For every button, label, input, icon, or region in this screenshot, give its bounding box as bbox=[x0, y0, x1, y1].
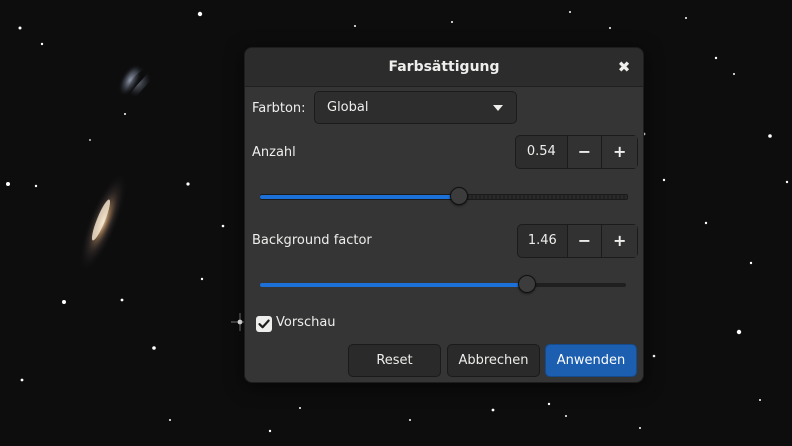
dialog-title: Farbsättigung bbox=[388, 59, 500, 75]
reset-button[interactable]: Reset bbox=[348, 344, 441, 377]
background-factor-value[interactable]: 1.46 bbox=[518, 225, 568, 257]
background-factor-increase-button[interactable]: + bbox=[602, 225, 637, 257]
dialog-titlebar[interactable]: Farbsättigung ✖ bbox=[245, 48, 643, 87]
background-factor-slider-fill bbox=[260, 283, 527, 287]
amount-slider-handle[interactable] bbox=[450, 187, 468, 205]
background-factor-slider[interactable] bbox=[260, 274, 626, 296]
hue-dropdown-value: Global bbox=[327, 100, 369, 115]
amount-decrease-button[interactable]: − bbox=[567, 136, 603, 168]
amount-slider-fill bbox=[260, 195, 459, 199]
amount-slider[interactable] bbox=[260, 186, 628, 208]
amount-value[interactable]: 0.54 bbox=[516, 136, 568, 168]
amount-label: Anzahl bbox=[252, 145, 296, 160]
background-factor-slider-handle[interactable] bbox=[518, 275, 536, 293]
amount-spinbutton[interactable]: 0.54 − + bbox=[515, 135, 638, 169]
preview-checkbox[interactable] bbox=[256, 316, 272, 332]
background-factor-spinbutton[interactable]: 1.46 − + bbox=[517, 224, 638, 258]
close-icon[interactable]: ✖ bbox=[611, 54, 637, 80]
checkmark-icon bbox=[258, 319, 270, 329]
background-factor-decrease-button[interactable]: − bbox=[567, 225, 603, 257]
apply-button[interactable]: Anwenden bbox=[545, 344, 637, 377]
hue-label: Farbton: bbox=[252, 101, 306, 116]
background-factor-label: Background factor bbox=[252, 233, 372, 248]
cancel-button[interactable]: Abbrechen bbox=[447, 344, 540, 377]
saturation-dialog: Farbsättigung ✖ Farbton: Global Anzahl 0… bbox=[244, 47, 644, 383]
chevron-down-icon bbox=[493, 105, 503, 111]
amount-increase-button[interactable]: + bbox=[602, 136, 637, 168]
hue-dropdown[interactable]: Global bbox=[314, 91, 517, 124]
preview-label[interactable]: Vorschau bbox=[276, 315, 336, 330]
